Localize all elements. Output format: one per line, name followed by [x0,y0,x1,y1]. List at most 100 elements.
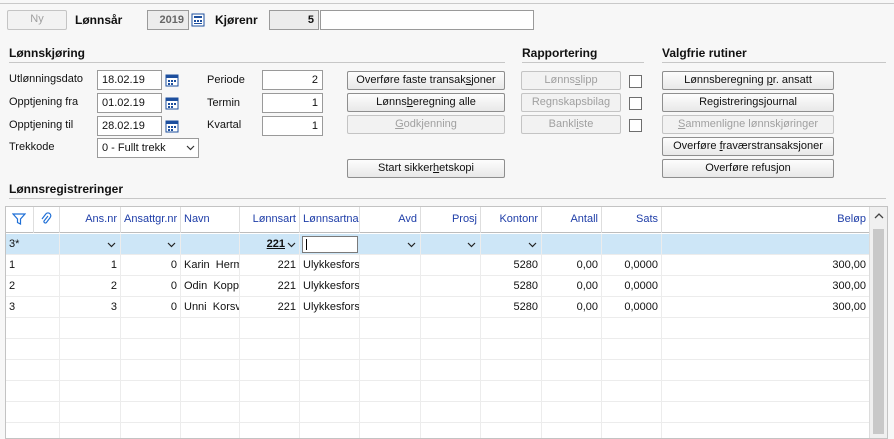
col-navn[interactable]: Navn [181,207,240,233]
antall-cell: 0,00 [542,255,602,276]
start-sikkerhetskopi-button[interactable]: Start sikkerhetskopi [347,159,505,178]
opptjening-til-field[interactable]: 28.02.19 [97,116,162,136]
col-lonnsartna[interactable]: Lønnsartna [300,207,360,233]
antall-cell: 0,00 [542,297,602,318]
scroll-up-icon[interactable] [874,211,884,223]
lonnsregistreringer-grid[interactable]: Ans.nr Ansattgr.nr Navn Lønnsart Lønnsar… [5,206,888,439]
year-field[interactable]: 2019 [147,10,189,30]
col-ansattgrnr[interactable]: Ansattgr.nr [121,207,181,233]
empty-row [6,339,869,360]
new-button[interactable]: Ny [7,10,67,30]
rapportering-title: Rapportering [522,46,598,60]
antall-cell[interactable] [542,234,602,255]
run-label: Kjørenr [215,13,258,27]
avd-cell [360,255,421,276]
trekkode-select[interactable]: 0 - Fullt trekk [97,138,199,158]
sats-cell: 0,0000 [602,255,662,276]
vertical-scrollbar[interactable] [869,207,887,438]
rapportering-rule [522,62,644,63]
grid-header: Ans.nr Ansattgr.nr Navn Lønnsart Lønnsar… [6,207,869,233]
regnskapsbilag-checkbox[interactable] [629,97,642,110]
empty-row [6,318,869,339]
registreringsjournal-button[interactable]: Registreringsjournal [662,93,834,112]
periode-field[interactable]: 2 [262,70,323,90]
col-ansnr[interactable]: Ans.nr [60,207,121,233]
calendar-icon[interactable] [165,96,179,110]
avd-cell [360,297,421,318]
prosj-dropdown[interactable] [421,234,481,255]
utlonningsdato-field[interactable]: 18.02.19 [97,70,162,90]
prosj-cell [421,276,481,297]
belop-cell: 300,00 [832,280,866,292]
kontonr-dropdown[interactable] [481,234,542,255]
lonnsartna-input[interactable] [302,236,358,253]
table-row[interactable]: 3 3 0 Unni Korsv 221 Ulykkesfors 5280 0,… [6,297,869,318]
chevron-down-icon [107,234,116,255]
bankliste-checkbox[interactable] [629,119,642,132]
overfore-fravaerstransaksjoner-button[interactable]: Overføre fraværstransaksjoner [662,137,834,156]
calculator-icon[interactable] [191,13,205,27]
kvartal-field[interactable]: 1 [262,116,323,136]
sats-cell[interactable] [602,234,662,255]
kontonr-cell: 5280 [481,276,542,297]
opptjening-fra-field[interactable]: 01.02.19 [97,93,162,113]
prosj-cell [421,255,481,276]
calendar-icon[interactable] [165,119,179,133]
col-kontonr[interactable]: Kontonr [481,207,542,233]
sats-cell: 0,0000 [602,276,662,297]
chevron-down-icon [167,234,176,255]
col-antall[interactable]: Antall [542,207,602,233]
overfore-refusjon-button[interactable]: Overføre refusjon [662,159,834,178]
overfore-faste-transaksjoner-button[interactable]: Overføre faste transaksjoner [347,71,505,90]
chevron-down-icon [186,139,195,157]
lonnsberegning-alle-button[interactable]: Lønnsberegning alle [347,93,505,112]
grid-filter-row[interactable]: 3* 221 [6,234,869,255]
antall-cell: 0,00 [542,276,602,297]
sats-cell: 0,0000 [602,297,662,318]
table-row[interactable]: 1 1 0 Karin Herm 221 Ulykkesfors 5280 0,… [6,255,869,276]
avd-dropdown[interactable] [360,234,421,255]
valgfrie-rutiner-rule [662,62,886,63]
empty-row [6,360,869,381]
col-prosj[interactable]: Prosj [421,207,481,233]
trekkode-label: Trekkode [9,141,55,153]
sammenligne-lonnskjoringer-button[interactable]: Sammenligne lønnskjøringer [662,115,834,134]
filter-icon[interactable] [6,207,34,233]
lonnsart-dropdown[interactable]: 221 [240,234,300,255]
ansnr-cell: 2 [60,276,121,297]
termin-field[interactable]: 1 [262,93,323,113]
lonnsberegning-pr-ansatt-button[interactable]: Lønnsberegning pr. ansatt [662,71,834,90]
lonnsartna-cell: Ulykkesfors [300,255,360,276]
godkjenning-button[interactable]: Godkjenning [347,115,505,134]
col-avd[interactable]: Avd [360,207,421,233]
prosj-cell [421,297,481,318]
periode-label: Periode [207,74,245,86]
paperclip-icon[interactable] [34,207,60,233]
table-row[interactable]: 2 2 0 Odin Koppa 221 Ulykkesfors 5280 0,… [6,276,869,297]
row-index: 3 [6,297,60,318]
bankliste-button[interactable]: Bankliste [521,115,621,134]
lonnsslipp-checkbox[interactable] [629,75,642,88]
valgfrie-rutiner-title: Valgfrie rutiner [662,46,747,60]
lonnsslipp-button[interactable]: Lønnsslipp [521,71,621,90]
chevron-down-icon [407,234,416,255]
col-belop[interactable]: Beløp [662,207,869,233]
empty-row [6,423,869,438]
run-description-field[interactable] [320,10,534,30]
belop-cell: 300,00 [832,259,866,271]
kontonr-cell: 5280 [481,255,542,276]
regnskapsbilag-button[interactable]: Regnskapsbilag [521,93,621,112]
top-divider [0,3,894,4]
ansattgrnr-dropdown[interactable] [121,234,181,255]
empty-row [6,381,869,402]
calendar-icon[interactable] [165,73,179,87]
kontonr-cell: 5280 [481,297,542,318]
ansnr-dropdown[interactable] [60,234,121,255]
ansattgrnr-cell: 0 [121,255,181,276]
scrollbar-thumb[interactable] [873,229,884,434]
col-lonnsart[interactable]: Lønnsart [240,207,300,233]
col-sats[interactable]: Sats [602,207,662,233]
navn-cell[interactable] [181,234,240,255]
lonnskjoring-title: Lønnskjøring [9,46,86,60]
belop-cell[interactable] [662,234,869,255]
